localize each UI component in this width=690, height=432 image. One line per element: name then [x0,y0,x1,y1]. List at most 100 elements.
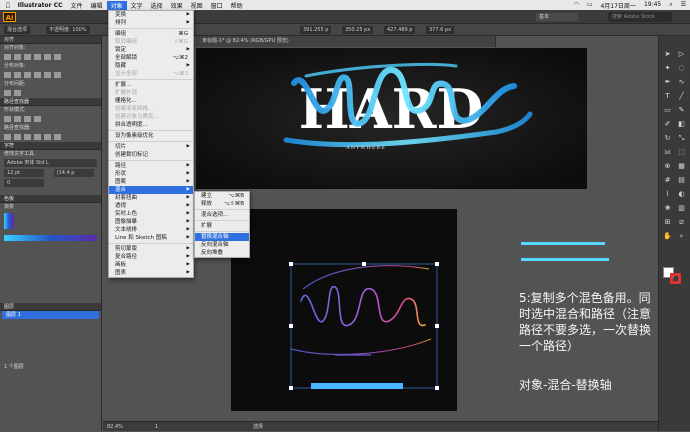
object-menu-item[interactable]: 混合 ▶ [109,186,193,194]
magic-wand-icon[interactable]: ✦ [663,64,672,73]
blend-menu-item[interactable]: 替换混合轴 [195,233,249,241]
object-menu-item[interactable]: 复合路径 ▶ [109,253,193,261]
w-field[interactable]: 427.489 p [384,26,416,34]
menu-effect[interactable]: 效果 [167,1,187,10]
wifi-icon[interactable]: ◠ [570,1,583,10]
free-transform-icon[interactable]: ⬚ [677,148,686,157]
menu-date[interactable]: 4月17日周一 [596,1,639,10]
pathfinder-panel-header[interactable]: 路径查找器 [0,98,101,106]
object-menu-item[interactable]: 图像描摹 ▶ [109,218,193,226]
rectangle-tool-icon[interactable]: ▭ [663,106,672,115]
eraser-tool-icon[interactable]: ◧ [677,120,686,129]
object-menu-item[interactable]: 图案 ▶ [109,178,193,186]
mesh-tool-icon[interactable]: # [663,176,672,185]
object-menu-item[interactable]: 显示全部 ⌥⌘3 [109,70,193,78]
type-tool-icon[interactable]: T [663,92,672,101]
battery-icon[interactable]: ▭ [583,1,597,10]
x-field[interactable]: 391.255 p [300,26,332,34]
menu-object[interactable]: 对象 [106,0,127,10]
gradient-slider[interactable] [4,235,97,241]
blend-menu-item[interactable]: 扩展 [195,222,249,230]
touch-type-tool[interactable]: 修饰文字工具 [0,150,101,158]
gradient-swatch[interactable] [4,213,14,229]
object-menu-item[interactable]: 创建渐变网格... [109,105,193,113]
distribute-icons[interactable] [0,70,101,80]
leading-field[interactable]: (14.4 p [53,169,94,177]
layers-panel-header[interactable]: 图层 [0,303,101,311]
stock-search-input[interactable]: 搜索 Adobe Stock [608,12,672,22]
object-menu-item[interactable]: 透视 ▶ [109,202,193,210]
artboard-bottom[interactable] [231,209,457,411]
h-field[interactable]: 377.6 px [426,26,455,34]
curvature-tool-icon[interactable]: ∿ [677,78,686,87]
layer-row[interactable]: 图层 1 [2,311,99,319]
perspective-grid-icon[interactable]: ▦ [677,162,686,171]
opacity-field[interactable]: 不透明度: 100% [46,26,90,34]
menu-help[interactable]: 帮助 [227,1,247,10]
gradient-tool-icon[interactable]: ▤ [677,176,686,185]
apple-icon[interactable]:  [0,2,14,9]
hand-tool-icon[interactable]: ✋ [663,232,672,241]
object-menu-item[interactable]: 实时上色 ▶ [109,210,193,218]
tracking-field[interactable]: 0 [4,179,44,187]
menu-view[interactable]: 视图 [187,1,207,10]
menu-edit[interactable]: 编辑 [87,1,107,10]
spacing-icons[interactable] [0,88,101,98]
object-menu-item[interactable]: 编组 ⌘G [109,30,193,38]
object-menu-item[interactable]: Line 和 Sketch 图稿 ▶ [109,234,193,242]
blend-menu-item[interactable]: 建立 ⌥⌘B [195,192,249,200]
object-menu-item[interactable]: 锁定 ▶ [109,46,193,54]
object-menu-item[interactable]: 栅格化... [109,97,193,105]
align-icons[interactable] [0,52,101,62]
zoom-tool-icon[interactable]: ⌕ [677,232,686,241]
object-menu-item[interactable]: 画板 ▶ [109,261,193,269]
blend-menu-item[interactable]: 释放 ⌥⇧⌘B [195,200,249,208]
y-field[interactable]: 350.25 px [342,26,374,34]
graph-tool-icon[interactable]: ▥ [677,204,686,213]
object-menu-item[interactable]: 全部解锁 ⌥⌘2 [109,54,193,62]
menu-select[interactable]: 选择 [147,1,167,10]
pathfinder-icons[interactable] [0,132,101,142]
artboard-top[interactable]: HARD ANYWHERE [196,48,587,189]
rotate-tool-icon[interactable]: ↻ [663,134,672,143]
width-tool-icon[interactable]: ⟗ [663,148,672,157]
object-menu-item[interactable]: 拼合透明度... [109,121,193,129]
slice-tool-icon[interactable]: ⧄ [677,218,686,227]
lasso-icon[interactable]: ◌ [677,64,686,73]
line-tool-icon[interactable]: ╱ [677,92,686,101]
object-menu-item[interactable]: 封套扭曲 ▶ [109,194,193,202]
object-menu-item[interactable]: 变换 ▶ [109,11,193,19]
shape-mode-icons[interactable] [0,114,101,124]
shaper-tool-icon[interactable]: ✐ [663,120,672,129]
blend-tool-icon[interactable]: ◐ [677,190,686,199]
object-menu-item[interactable]: 路径 ▶ [109,162,193,170]
workspace-switcher[interactable]: 基本 [536,13,578,21]
scale-tool-icon[interactable]: ⤡ [677,134,686,143]
eyedropper-icon[interactable]: ⌇ [663,190,672,199]
object-menu-item[interactable]: 切片 ▶ [109,143,193,151]
object-menu-item[interactable]: 扩展... [109,81,193,89]
list-icon[interactable]: ☰ [677,1,690,10]
object-menu-item[interactable]: 剪切蒙版 ▶ [109,245,193,253]
object-menu-item[interactable]: 图表 ▶ [109,269,193,277]
selection-tool-icon[interactable]: ➤ [663,50,672,59]
object-menu-item[interactable]: 取消编组 ⇧⌘G [109,38,193,46]
artboard-tool-icon[interactable]: ⊞ [663,218,672,227]
control-left-label[interactable]: 混合选项 [4,26,31,34]
menu-window[interactable]: 窗口 [207,1,227,10]
paintbrush-tool-icon[interactable]: ✎ [677,106,686,115]
object-menu-item[interactable]: 创建对象马赛克... [109,113,193,121]
blend-menu-item[interactable]: 反向混合轴 [195,241,249,249]
character-panel-header[interactable]: 字符 [0,142,101,150]
stroke-swatch[interactable] [670,273,681,284]
symbol-sprayer-icon[interactable]: ❀ [663,204,672,213]
font-size-field[interactable]: 12 pt [4,169,44,177]
font-family-select[interactable]: Adobe 宋体 Std L [4,159,97,167]
object-menu-item[interactable]: 排列 ▶ [109,19,193,27]
menu-file[interactable]: 文件 [67,1,87,10]
shape-builder-icon[interactable]: ⊕ [663,162,672,171]
object-menu-item[interactable]: 设为像素级优化 [109,132,193,140]
object-menu-item[interactable]: 创建裁切标记 [109,151,193,159]
object-menu-item[interactable]: 形状 ▶ [109,170,193,178]
direct-selection-tool-icon[interactable]: ▷ [677,50,686,59]
